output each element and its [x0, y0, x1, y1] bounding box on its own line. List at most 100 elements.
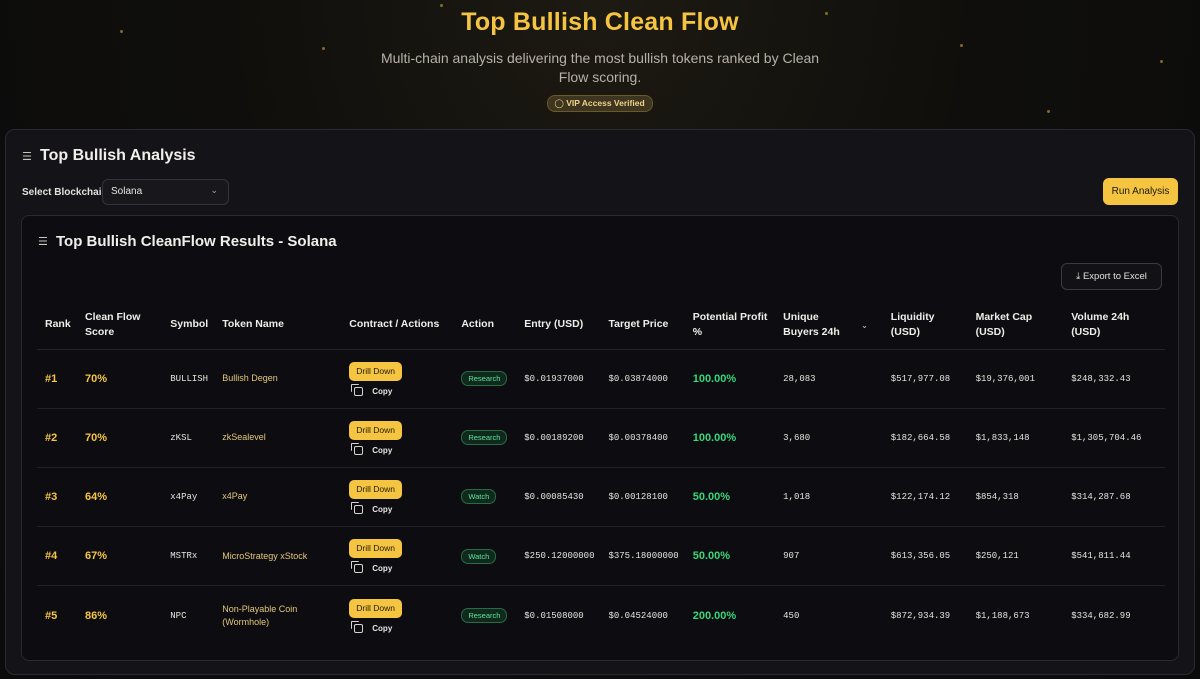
contract-actions-cell: Drill Down Copy	[341, 586, 453, 645]
entry-cell: $0.00189200	[516, 408, 601, 468]
target-cell: $0.00378400	[600, 408, 685, 468]
copy-button[interactable]: Copy	[351, 442, 447, 455]
rank-cell: #2	[37, 408, 77, 468]
page-header: Top Bullish Clean Flow Multi-chain analy…	[0, 0, 1200, 112]
target-cell: $375.18000000	[600, 526, 685, 587]
market-cap-cell: $1,188,673	[975, 610, 1030, 621]
token-name-cell: zkSealevel	[214, 408, 342, 468]
column-header[interactable]: Contract / Actions	[341, 301, 454, 350]
copy-button[interactable]: Copy	[351, 620, 447, 633]
liquidity-cell: $872,934.39	[890, 610, 951, 621]
volume-cell: $1,305,704.46	[1063, 408, 1165, 468]
blockchain-select[interactable]: Solana ⌄	[102, 179, 229, 205]
vip-badge-label: VIP Access Verified	[566, 98, 645, 108]
copy-icon	[351, 383, 364, 396]
results-title: ☰ Top Bullish CleanFlow Results - Solana	[38, 233, 337, 250]
column-header[interactable]: Entry (USD)	[516, 301, 601, 350]
drill-down-button[interactable]: Drill Down	[349, 361, 402, 381]
drill-down-button[interactable]: Drill Down	[349, 539, 402, 559]
buyers-cell: 3,680	[775, 408, 883, 468]
column-header-label: Unique Buyers 24h	[783, 310, 840, 338]
rank-cell: #5	[45, 609, 58, 622]
column-header[interactable]: Volume 24h (USD)	[1063, 301, 1165, 350]
score-cell: 70%	[76, 408, 163, 468]
symbol-cell: BULLISH	[162, 349, 215, 409]
copy-button[interactable]: Copy	[351, 383, 447, 396]
chain-label: Select Blockchain:	[22, 187, 111, 198]
rank-cell: #3	[37, 467, 77, 528]
score-cell: 64%	[76, 467, 163, 528]
copy-label: Copy	[372, 504, 393, 514]
contract-actions-cell: Drill Down Copy	[341, 467, 454, 528]
volume-cell: $314,287.68	[1063, 467, 1165, 528]
entry-cell: $250.12000000	[516, 526, 601, 587]
target-cell: $0.03874000	[600, 349, 685, 409]
liquidity-cell: $613,356.05	[882, 526, 968, 587]
results-title-text: Top Bullish CleanFlow Results - Solana	[56, 233, 337, 250]
column-header[interactable]: Symbol	[162, 301, 215, 350]
export-excel-label: Export to Excel	[1082, 271, 1147, 282]
action-cell: Research	[453, 586, 516, 645]
page-title: Top Bullish Clean Flow	[461, 8, 739, 36]
volume-cell: $541,811.44	[1063, 526, 1165, 587]
entry-cell: $0.01937000	[516, 349, 601, 409]
action-badge: Research	[461, 608, 508, 624]
buyers-cell: 907	[775, 526, 883, 587]
column-header[interactable]: Market Cap (USD)	[967, 301, 1064, 350]
analysis-title: ☰ Top Bullish Analysis	[22, 147, 196, 165]
volume-cell: $334,682.99	[1071, 610, 1131, 621]
rank-cell: #4	[37, 526, 77, 587]
table-row: #3 64% x4Pay x4Pay Drill Down Copy Watch…	[37, 467, 1165, 528]
table-row: #5 86% NPC Non-Playable Coin (Wormhole) …	[37, 586, 1165, 645]
buyers-cell: 450	[783, 610, 800, 621]
copy-label: Copy	[372, 386, 393, 396]
column-header-sorted[interactable]: Unique Buyers 24h ⌄	[775, 301, 883, 350]
copy-icon	[351, 561, 364, 574]
export-excel-button[interactable]: ⤓ Export to Excel	[1061, 263, 1162, 290]
shield-icon: ◯	[554, 98, 567, 108]
copy-button[interactable]: Copy	[351, 561, 447, 574]
market-cap-cell: $250,121	[967, 526, 1064, 587]
rank-cell: #1	[37, 349, 77, 409]
profit-cell: 50.00%	[684, 526, 776, 587]
table-row: #1 70% BULLISH Bullish Degen Drill Down …	[37, 349, 1165, 409]
download-icon: ⤓	[1076, 271, 1083, 282]
copy-label: Copy	[372, 623, 393, 633]
column-header[interactable]: Target Price	[600, 301, 685, 350]
run-analysis-button[interactable]: Run Analysis	[1103, 178, 1178, 205]
action-cell: Watch	[453, 526, 517, 587]
action-badge: Research	[461, 430, 508, 446]
entry-cell: $0.01508000	[524, 610, 584, 621]
liquidity-cell: $517,977.08	[882, 349, 968, 409]
copy-icon	[351, 501, 364, 514]
token-name-cell: x4Pay	[214, 467, 342, 528]
copy-icon	[351, 620, 364, 633]
table-row: #4 67% MSTRx MicroStrategy xStock Drill …	[37, 526, 1165, 587]
contract-actions-cell: Drill Down Copy	[341, 526, 454, 587]
column-header[interactable]: Action	[453, 301, 517, 350]
profit-cell: 200.00%	[692, 609, 737, 622]
analysis-title-text: Top Bullish Analysis	[40, 147, 196, 164]
column-header[interactable]: Token Name	[214, 301, 342, 350]
liquidity-cell: $122,174.12	[882, 467, 968, 528]
market-cap-cell: $19,376,001	[967, 349, 1064, 409]
score-cell: 67%	[76, 526, 163, 587]
column-header[interactable]: Liquidity (USD)	[882, 301, 968, 350]
column-header[interactable]: Clean Flow Score	[76, 301, 163, 350]
symbol-cell: x4Pay	[162, 467, 215, 528]
column-header[interactable]: Potential Profit %	[684, 301, 776, 350]
table-row: #2 70% zKSL zkSealevel Drill Down Copy R…	[37, 408, 1165, 468]
blockchain-select-value: Solana	[111, 186, 143, 197]
symbol-cell: MSTRx	[162, 526, 215, 587]
action-badge: Watch	[461, 489, 497, 505]
copy-button[interactable]: Copy	[351, 501, 447, 514]
sort-down-icon[interactable]: ⌄	[861, 321, 868, 330]
column-header[interactable]: Rank	[37, 301, 77, 350]
drill-down-button[interactable]: Drill Down	[349, 598, 402, 618]
target-cell: $0.04524000	[608, 610, 668, 621]
list-icon: ☰	[38, 236, 48, 248]
drill-down-button[interactable]: Drill Down	[349, 479, 402, 499]
drill-down-button[interactable]: Drill Down	[349, 420, 402, 440]
buyers-cell: 28,083	[775, 349, 883, 409]
score-cell: 86%	[84, 609, 108, 622]
